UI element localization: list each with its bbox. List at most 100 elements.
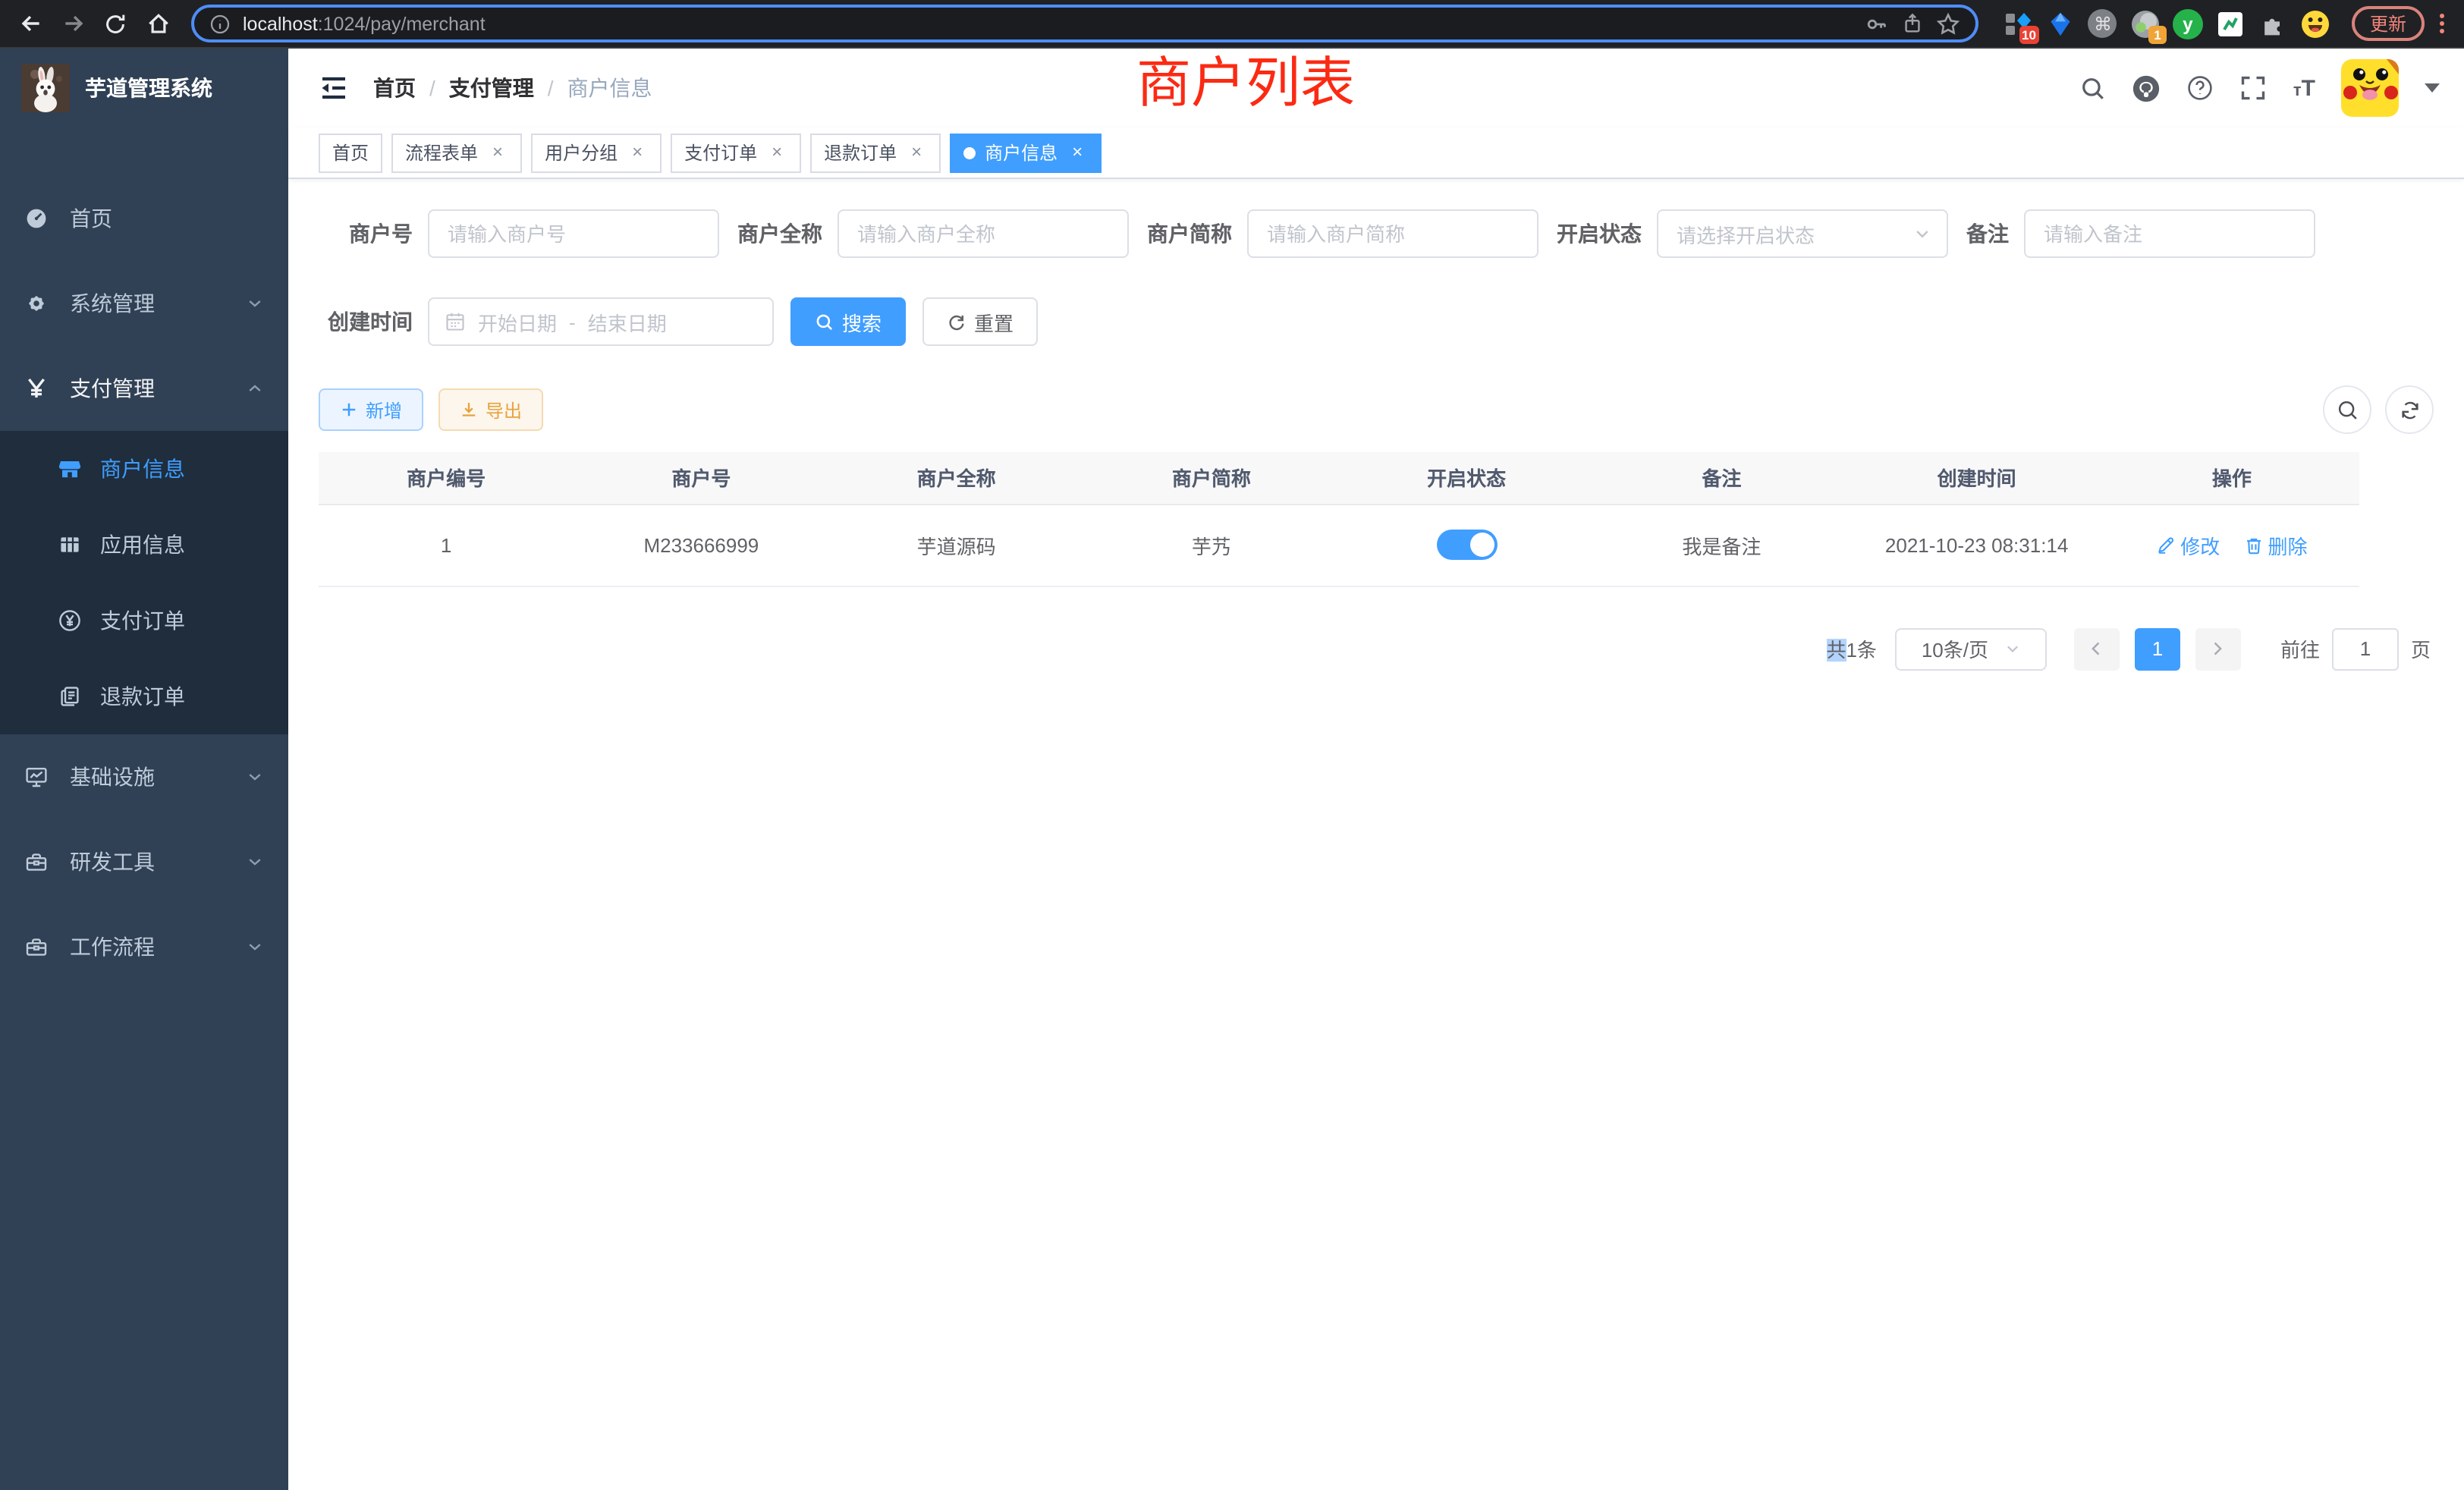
reset-button[interactable]: 重置 bbox=[922, 297, 1038, 346]
jump-page-input[interactable] bbox=[2332, 627, 2399, 670]
bookmark-star-icon[interactable] bbox=[1936, 11, 1960, 36]
sidebar-item-home[interactable]: 首页 bbox=[0, 176, 288, 261]
refresh-table-button[interactable] bbox=[2385, 385, 2434, 434]
prev-page-button[interactable] bbox=[2074, 627, 2120, 670]
search-button[interactable]: 搜索 bbox=[790, 297, 906, 346]
sidebar-item-refund-orders[interactable]: 退款订单 bbox=[0, 659, 288, 734]
table-mini-actions bbox=[2323, 385, 2434, 434]
logo-link[interactable]: 芋道管理系统 bbox=[0, 49, 288, 127]
tag-merchant-info-active[interactable]: 商户信息× bbox=[950, 133, 1102, 172]
sidebar-item-app-info[interactable]: 应用信息 bbox=[0, 507, 288, 583]
forward-arrow-icon bbox=[60, 11, 86, 36]
filter-row-2: 创建时间 开始日期 - 结束日期 搜索 重置 bbox=[319, 297, 2434, 346]
page-size-value: 10条/页 bbox=[1922, 634, 1988, 663]
edit-link[interactable]: 修改 bbox=[2156, 530, 2220, 559]
extension-y-icon[interactable]: y bbox=[2173, 8, 2203, 39]
app-title: 芋道管理系统 bbox=[85, 73, 212, 103]
export-button[interactable]: 导出 bbox=[438, 388, 543, 431]
browser-forward-button[interactable] bbox=[55, 5, 91, 42]
col-status: 开启状态 bbox=[1339, 452, 1594, 504]
browser-reload-button[interactable] bbox=[97, 5, 134, 42]
sidebar-item-merchant-info[interactable]: 商户信息 bbox=[0, 431, 288, 507]
sidebar-item-infrastructure[interactable]: 基础设施 bbox=[0, 734, 288, 819]
jump-prefix: 前往 bbox=[2280, 634, 2320, 663]
sidebar-item-label: 支付管理 bbox=[70, 373, 155, 404]
sidebar-item-dev-tools[interactable]: 研发工具 bbox=[0, 819, 288, 904]
sidebar-collapse-button[interactable] bbox=[319, 73, 349, 103]
tag-process-form[interactable]: 流程表单× bbox=[391, 133, 522, 172]
pagination-total: 共1条 bbox=[1826, 634, 1877, 663]
url-text: localhost:1024/pay/merchant bbox=[243, 13, 486, 34]
page-1-button[interactable]: 1 bbox=[2135, 627, 2180, 670]
extension-emoji-icon[interactable] bbox=[2300, 8, 2330, 39]
tag-close-icon[interactable]: × bbox=[627, 142, 648, 163]
extension-doc-icon[interactable] bbox=[2215, 8, 2246, 39]
cell-actions: 修改 删除 bbox=[2104, 504, 2359, 586]
browser-back-button[interactable] bbox=[12, 5, 49, 42]
breadcrumb-home[interactable]: 首页 bbox=[373, 73, 416, 103]
font-size-icon[interactable]: тT bbox=[2293, 75, 2315, 101]
extension-puzzle-icon[interactable] bbox=[2258, 8, 2288, 39]
tag-close-icon[interactable]: × bbox=[1067, 142, 1088, 163]
github-icon[interactable] bbox=[2132, 74, 2161, 102]
tag-close-icon[interactable]: × bbox=[487, 142, 508, 163]
rabbit-logo bbox=[21, 64, 70, 112]
remark-input[interactable] bbox=[2024, 209, 2315, 258]
tag-close-icon[interactable]: × bbox=[906, 142, 927, 163]
create-time-range-picker[interactable]: 开始日期 - 结束日期 bbox=[428, 297, 774, 346]
merchant-no-input[interactable] bbox=[428, 209, 719, 258]
tag-close-icon[interactable]: × bbox=[766, 142, 787, 163]
tag-user-group[interactable]: 用户分组× bbox=[531, 133, 662, 172]
sidebar-item-payment-orders[interactable]: 支付订单 bbox=[0, 583, 288, 659]
status-toggle[interactable] bbox=[1436, 530, 1497, 560]
full-name-input[interactable] bbox=[838, 209, 1129, 258]
share-icon[interactable] bbox=[1901, 12, 1924, 35]
sidebar-item-label: 应用信息 bbox=[100, 530, 185, 560]
cell-status bbox=[1339, 504, 1594, 586]
sidebar-item-payment[interactable]: 支付管理 bbox=[0, 346, 288, 431]
select-caret-icon bbox=[2004, 640, 2020, 657]
tag-home[interactable]: 首页 bbox=[319, 133, 382, 172]
extension-profile-icon[interactable]: 1 bbox=[2130, 8, 2161, 39]
sidebar-item-label: 工作流程 bbox=[70, 932, 155, 962]
sidebar-item-workflow[interactable]: 工作流程 bbox=[0, 904, 288, 989]
delete-link[interactable]: 删除 bbox=[2244, 530, 2308, 559]
site-info-icon[interactable] bbox=[209, 13, 231, 34]
col-merchant-no: 商户号 bbox=[574, 452, 828, 504]
remark-label: 备注 bbox=[1966, 218, 2009, 249]
sidebar-item-label: 退款订单 bbox=[100, 681, 185, 712]
fullscreen-icon[interactable] bbox=[2240, 74, 2268, 102]
short-name-input[interactable] bbox=[1247, 209, 1538, 258]
extension-command-icon[interactable]: ⌘ bbox=[2088, 8, 2118, 39]
extension-gem-icon[interactable] bbox=[2045, 8, 2076, 39]
table-header-row: 商户编号 商户号 商户全称 商户简称 开启状态 备注 创建时间 操作 bbox=[319, 452, 2359, 504]
avatar[interactable] bbox=[2341, 59, 2399, 117]
avatar-dropdown-caret-icon[interactable] bbox=[2425, 83, 2440, 93]
status-select[interactable]: 请选择开启状态 bbox=[1657, 209, 1948, 258]
col-actions: 操作 bbox=[2104, 452, 2359, 504]
col-merchant-id: 商户编号 bbox=[319, 452, 574, 504]
next-page-button[interactable] bbox=[2195, 627, 2241, 670]
browser-home-button[interactable] bbox=[140, 5, 176, 42]
grid-icon bbox=[58, 533, 82, 557]
chevron-right-icon bbox=[2210, 640, 2227, 657]
toggle-search-button[interactable] bbox=[2323, 385, 2371, 434]
help-icon[interactable] bbox=[2187, 74, 2214, 102]
sidebar-item-system[interactable]: 系统管理 bbox=[0, 261, 288, 346]
page-size-select[interactable]: 10条/页 bbox=[1895, 627, 2047, 670]
add-button[interactable]: 新增 bbox=[319, 388, 423, 431]
col-remark: 备注 bbox=[1594, 452, 1849, 504]
cell-create-time: 2021-10-23 08:31:14 bbox=[1850, 504, 2104, 586]
header-search-icon[interactable] bbox=[2081, 75, 2107, 101]
extension-grid-icon[interactable]: 10 bbox=[2003, 8, 2033, 39]
yen-icon bbox=[24, 376, 49, 401]
browser-menu-button[interactable] bbox=[2431, 11, 2452, 36]
tag-payment-orders[interactable]: 支付订单× bbox=[671, 133, 801, 172]
browser-update-button[interactable]: 更新 bbox=[2352, 6, 2425, 41]
address-bar[interactable]: localhost:1024/pay/merchant bbox=[191, 5, 1978, 42]
chevron-down-icon bbox=[246, 768, 264, 786]
tag-refund-orders[interactable]: 退款订单× bbox=[810, 133, 941, 172]
col-short-name: 商户简称 bbox=[1084, 452, 1339, 504]
password-key-icon[interactable] bbox=[1865, 11, 1889, 36]
breadcrumb-payment[interactable]: 支付管理 bbox=[449, 73, 534, 103]
